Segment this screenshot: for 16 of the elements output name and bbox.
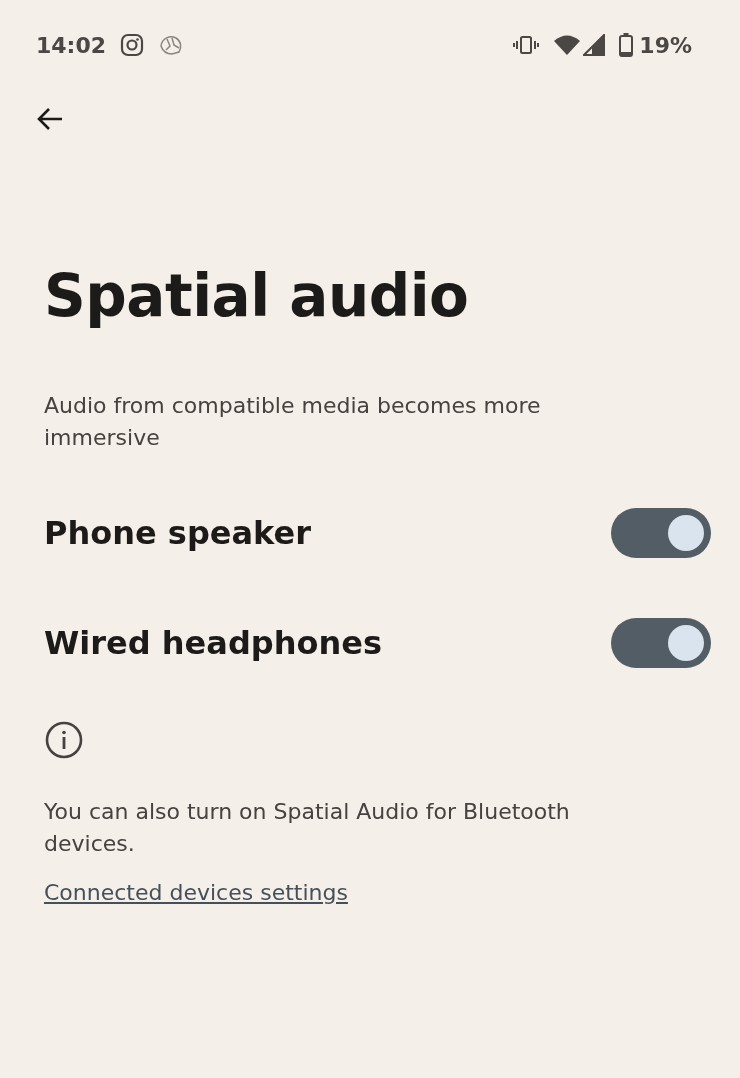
battery-icon: [619, 33, 634, 57]
battery-percentage: 19%: [639, 32, 692, 58]
settings-link[interactable]: Connected devices settings: [44, 879, 348, 905]
toggle-switch[interactable]: [611, 507, 711, 558]
info-icon: [44, 719, 84, 760]
page-title: Spatial audio: [44, 262, 470, 332]
toggle-switch[interactable]: [611, 617, 711, 668]
camera-app-icon: [120, 33, 145, 57]
clock-time: 14:02: [36, 32, 107, 58]
vibrate-icon: [513, 34, 540, 56]
footer-text: You can also turn on Spatial Audio for Bluetooth devices.: [44, 797, 571, 858]
wifi-icon: [553, 34, 582, 56]
setting-label: Phone speaker: [44, 513, 311, 552]
setting-label: Wired headphones: [44, 623, 382, 662]
page-description: Audio from compatible media becomes more immersive: [44, 391, 542, 452]
cell-signal-icon: [583, 34, 606, 56]
